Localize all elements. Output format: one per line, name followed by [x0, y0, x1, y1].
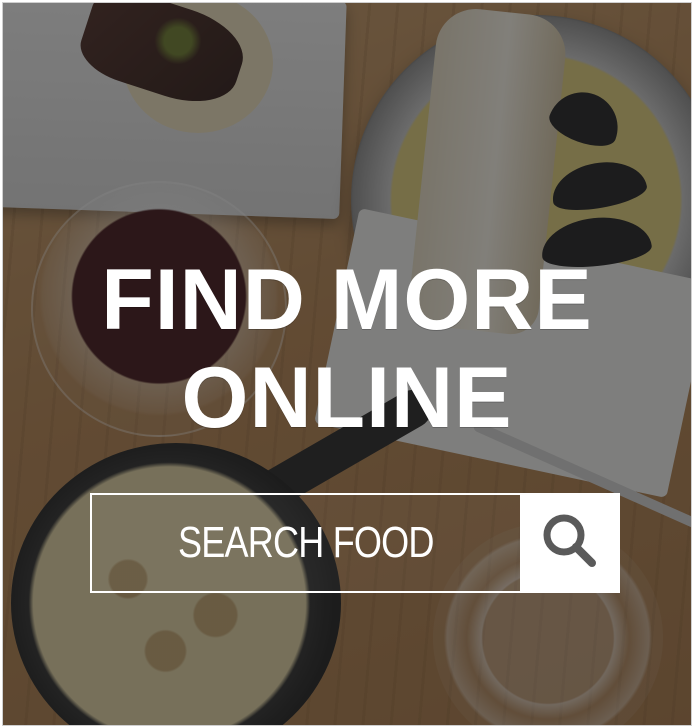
- promo-banner: FIND MORE ONLINE SEARCH FOOD: [2, 2, 692, 726]
- search-field[interactable]: SEARCH FOOD: [90, 493, 520, 593]
- search-icon: [538, 509, 602, 578]
- headline-line-1: FIND MORE: [101, 252, 593, 348]
- search-button[interactable]: [520, 493, 620, 593]
- headline-line-2: ONLINE: [181, 350, 513, 446]
- search-bar[interactable]: SEARCH FOOD: [90, 493, 620, 593]
- headline: FIND MORE ONLINE: [3, 251, 691, 447]
- search-label: SEARCH FOOD: [178, 518, 434, 567]
